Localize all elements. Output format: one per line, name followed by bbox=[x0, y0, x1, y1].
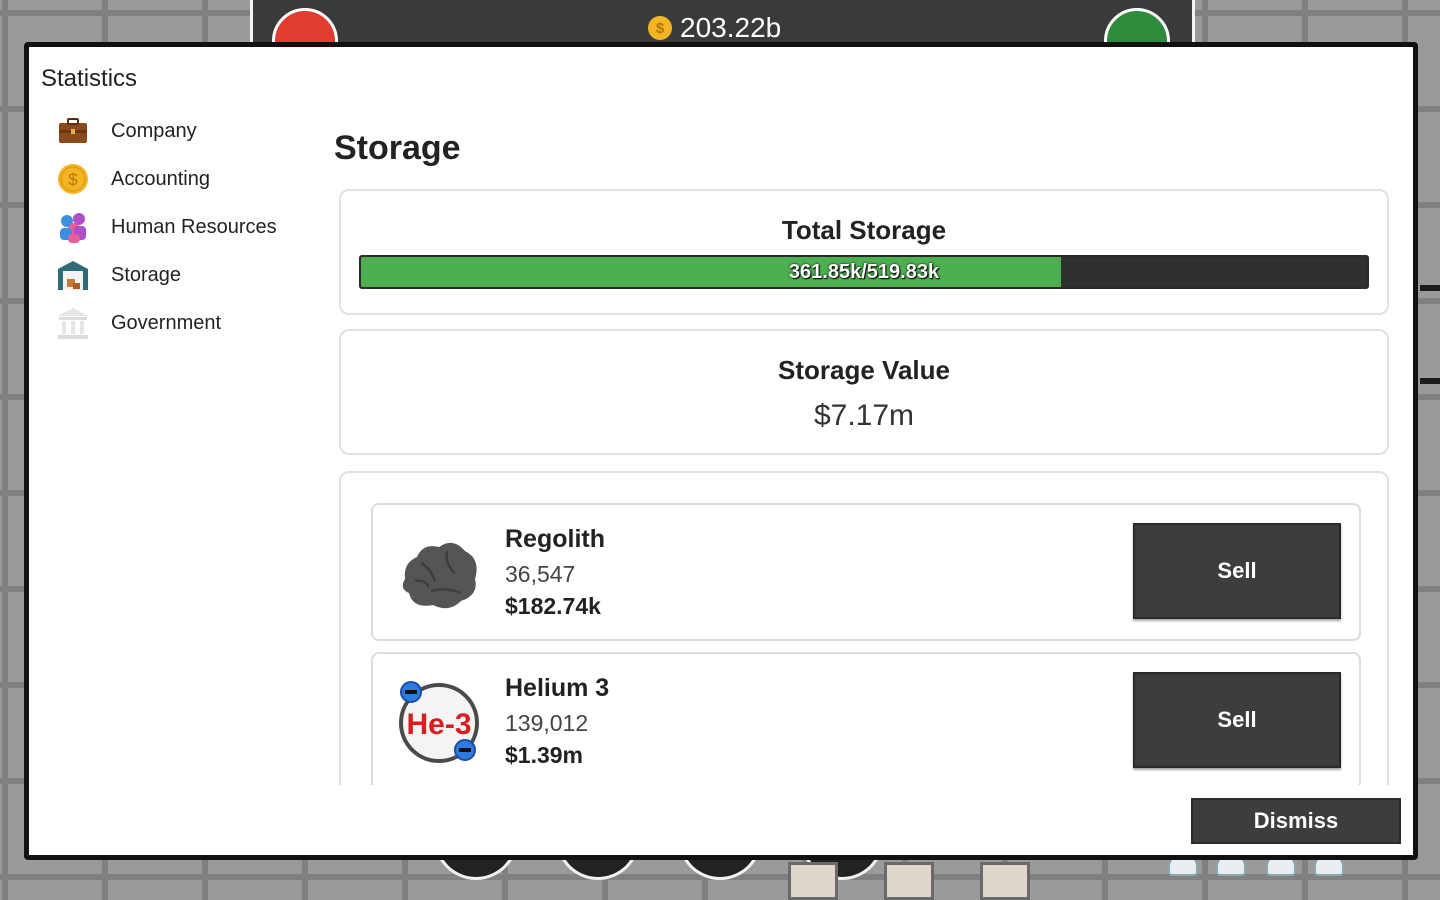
sidebar-item-company[interactable]: Company bbox=[55, 111, 197, 151]
background-edge bbox=[1420, 378, 1440, 384]
briefcase-icon bbox=[55, 113, 91, 149]
warehouse-icon bbox=[55, 257, 91, 293]
background-edge bbox=[1420, 285, 1440, 291]
sidebar-item-label: Government bbox=[111, 311, 222, 334]
storage-value-title: Storage Value bbox=[778, 355, 950, 385]
helium3-label: He-3 bbox=[406, 708, 471, 741]
background-building bbox=[980, 862, 1030, 900]
total-storage-card: Total Storage 361.85k/519.83k bbox=[339, 189, 1389, 315]
sidebar-item-label: Human Resources bbox=[111, 215, 277, 238]
item-value: $1.39m bbox=[505, 742, 584, 768]
money-amount: 203.22b bbox=[680, 12, 782, 43]
helium3-icon: He-3 bbox=[395, 678, 485, 768]
sidebar-item-label: Accounting bbox=[111, 167, 210, 190]
item-name: Helium 3 bbox=[505, 674, 610, 702]
item-value: $182.74k bbox=[505, 593, 601, 619]
total-storage-title: Total Storage bbox=[781, 215, 947, 245]
people-icon bbox=[55, 209, 91, 245]
sidebar-item-human-resources[interactable]: Human Resources bbox=[55, 207, 277, 247]
storage-value-amount: $7.17m bbox=[813, 399, 915, 432]
sidebar-item-accounting[interactable]: $ Accounting bbox=[55, 159, 210, 199]
sidebar-item-government[interactable]: Government bbox=[55, 303, 221, 343]
dialog-title: Statistics bbox=[41, 65, 138, 92]
item-quantity: 139,012 bbox=[505, 710, 589, 736]
coin-icon: $ bbox=[55, 161, 91, 197]
money-display: $ 203.22b bbox=[648, 12, 781, 44]
sidebar-item-label: Storage bbox=[111, 263, 182, 286]
sell-regolith-button[interactable]: Sell bbox=[1133, 523, 1341, 619]
sidebar-item-storage[interactable]: Storage bbox=[55, 255, 181, 295]
item-name: Regolith bbox=[505, 525, 605, 553]
regolith-rock-icon bbox=[395, 529, 485, 619]
coin-symbol: $ bbox=[68, 170, 78, 189]
storage-progress-text: 361.85k/519.83k bbox=[788, 261, 940, 283]
statistics-dialog: Statistics Company $ Accounting Human Re… bbox=[24, 42, 1418, 860]
page-title: Storage bbox=[334, 129, 461, 167]
item-quantity: 36,547 bbox=[505, 561, 576, 587]
coin-icon: $ bbox=[648, 16, 672, 40]
sell-helium-3-button[interactable]: Sell bbox=[1133, 672, 1341, 768]
government-building-icon bbox=[55, 305, 91, 341]
list-item-helium-3: He-3 Helium 3 139,012 $1.39m Sell bbox=[371, 652, 1361, 785]
storage-item-list-card: Regolith 36,547 $182.74k Sell He-3 Heliu… bbox=[339, 471, 1389, 785]
list-item-regolith: Regolith 36,547 $182.74k Sell bbox=[371, 503, 1361, 641]
storage-value-card: Storage Value $7.17m bbox=[339, 329, 1389, 455]
background-building bbox=[884, 862, 934, 900]
dismiss-button[interactable]: Dismiss bbox=[1191, 798, 1401, 844]
storage-item-list[interactable]: Regolith 36,547 $182.74k Sell He-3 Heliu… bbox=[339, 471, 1389, 785]
storage-progress-bar: 361.85k/519.83k bbox=[359, 255, 1369, 289]
background-building bbox=[788, 862, 838, 900]
sidebar-item-label: Company bbox=[111, 119, 197, 142]
